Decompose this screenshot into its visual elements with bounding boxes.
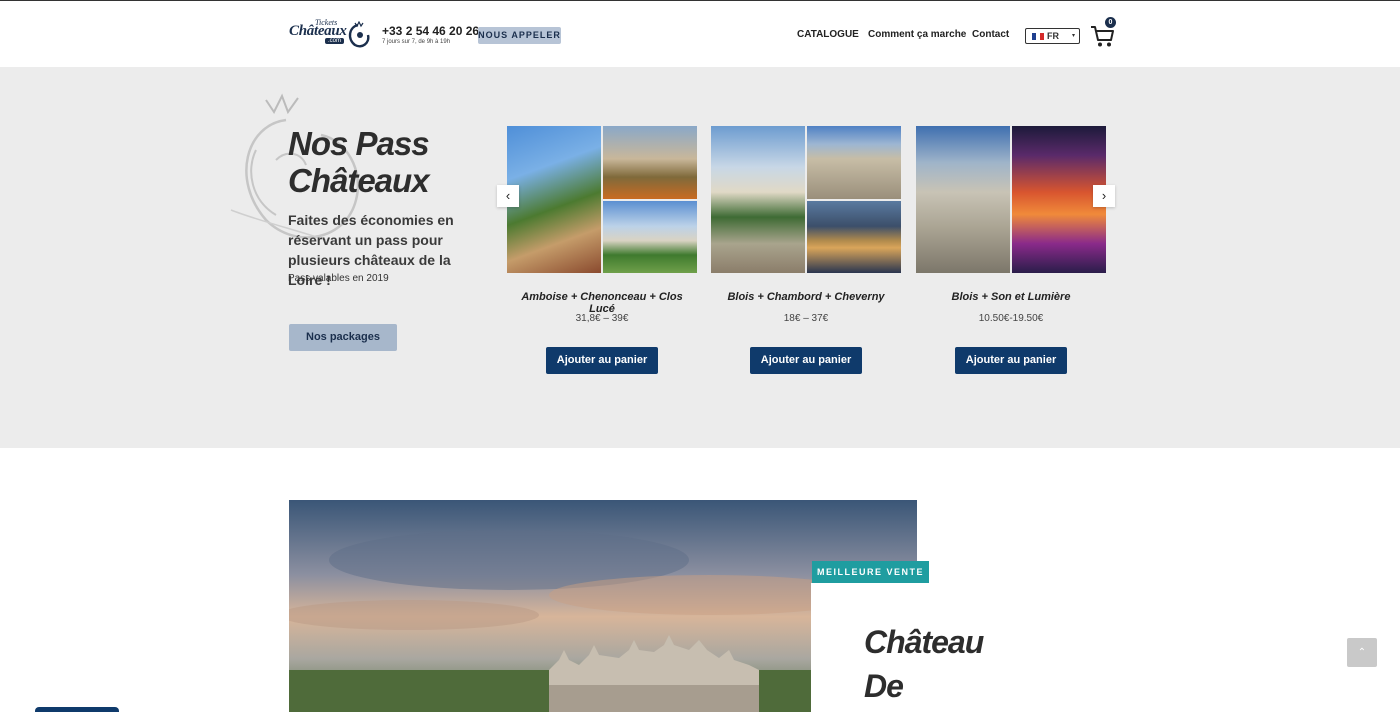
cart-count-badge: 0 bbox=[1105, 17, 1116, 28]
pass-title: Nos Pass Châteaux bbox=[288, 125, 430, 199]
product-image[interactable] bbox=[916, 126, 1106, 273]
product-card: Blois + Son et Lumière 10.50€-19.50€ Ajo… bbox=[916, 126, 1106, 374]
language-code: FR bbox=[1047, 31, 1059, 41]
call-us-button[interactable]: NOUS APPELER bbox=[478, 27, 561, 44]
chat-widget-tab[interactable] bbox=[35, 707, 119, 712]
language-select[interactable]: FR ▾ bbox=[1025, 28, 1080, 44]
nav-how-it-works[interactable]: Comment ça marche bbox=[868, 29, 966, 40]
phone-number[interactable]: +33 2 54 46 20 26 bbox=[382, 24, 479, 38]
cart-button[interactable]: 0 bbox=[1090, 17, 1116, 49]
site-header: Tickets Châteaux .com +33 2 54 46 20 26 … bbox=[0, 0, 1400, 67]
carousel-next-button[interactable]: › bbox=[1093, 185, 1115, 207]
logo-suffix: .com bbox=[325, 38, 345, 44]
best-seller-badge: MEILLEURE VENTE bbox=[812, 561, 929, 583]
add-to-cart-button[interactable]: Ajouter au panier bbox=[546, 347, 658, 374]
chevron-up-icon: ⌃ bbox=[1357, 647, 1367, 658]
phone-hours: 7 jours sur 7, de 9h à 19h bbox=[382, 39, 451, 45]
scroll-to-top-button[interactable]: ⌃ bbox=[1347, 638, 1377, 667]
product-price: 18€ – 37€ bbox=[783, 313, 829, 324]
chevron-right-icon: › bbox=[1101, 188, 1107, 203]
product-card: Amboise + Chenonceau + Clos Lucé 31,8€ –… bbox=[507, 126, 697, 374]
product-name[interactable]: Blois + Son et Lumière bbox=[916, 291, 1106, 303]
carousel-prev-button[interactable]: ‹ bbox=[497, 185, 519, 207]
add-to-cart-button[interactable]: Ajouter au panier bbox=[750, 347, 862, 374]
nav-catalogue[interactable]: CATALOGUE bbox=[797, 29, 859, 40]
product-name[interactable]: Amboise + Chenonceau + Clos Lucé bbox=[507, 291, 697, 315]
nav-contact[interactable]: Contact bbox=[972, 29, 1009, 40]
france-flag-icon bbox=[1032, 33, 1044, 40]
pass-validity: Pass valables en 2019 bbox=[288, 273, 389, 284]
packages-button[interactable]: Nos packages bbox=[289, 324, 397, 351]
chevron-down-icon: ▾ bbox=[1071, 33, 1075, 39]
product-name[interactable]: Blois + Chambord + Cheverny bbox=[711, 291, 901, 303]
add-to-cart-button[interactable]: Ajouter au panier bbox=[955, 347, 1067, 374]
site-logo[interactable]: Tickets Châteaux .com bbox=[289, 18, 371, 49]
featured-title[interactable]: Château De bbox=[864, 620, 1024, 708]
product-card: Blois + Chambord + Cheverny 18€ – 37€ Aj… bbox=[711, 126, 901, 374]
product-price: 10.50€-19.50€ bbox=[978, 313, 1044, 324]
product-image[interactable] bbox=[507, 126, 697, 273]
pass-section bbox=[0, 67, 1400, 448]
logo-swirl-icon bbox=[348, 21, 370, 48]
product-price: 31,8€ – 39€ bbox=[575, 313, 629, 324]
product-image[interactable] bbox=[711, 126, 901, 273]
chevron-left-icon: ‹ bbox=[505, 188, 511, 203]
